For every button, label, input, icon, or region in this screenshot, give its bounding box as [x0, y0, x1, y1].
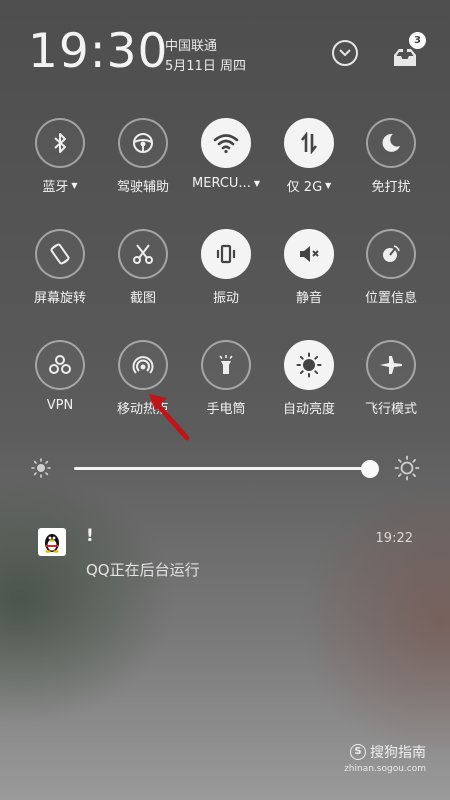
tile-screenshot[interactable]: 截图: [98, 229, 188, 319]
brightness-high-icon: [394, 455, 420, 481]
red-arrow-icon: [149, 394, 190, 441]
date: 5月11日 周四: [165, 59, 246, 74]
bluetooth-icon: [54, 133, 66, 153]
brightness-bar: [0, 452, 450, 486]
brightness-slider-track[interactable]: [74, 467, 370, 470]
steering-wheel-icon: [133, 133, 153, 153]
clock: 19:30: [28, 24, 169, 79]
tile-bluetooth[interactable]: 蓝牙 ▼: [15, 118, 105, 208]
brightness-slider-thumb[interactable]: [361, 460, 379, 478]
notification-time: 19:22: [375, 531, 413, 546]
notification-count-badge: 3: [409, 32, 426, 49]
notification-body: QQ正在后台运行: [86, 561, 200, 579]
hotspot-icon: [132, 356, 154, 374]
rotate-screen-icon: [50, 243, 70, 265]
vibrate-icon: [216, 244, 236, 264]
notification-inbox-button[interactable]: 3: [391, 32, 426, 68]
flashlight-icon: [219, 355, 233, 374]
tile-vibrate[interactable]: 振动: [181, 229, 271, 319]
tile-wifi[interactable]: MERCU... ▼: [181, 118, 271, 208]
airplane-icon: [380, 356, 402, 374]
notification-title: !: [86, 526, 94, 546]
qq-penguin-icon: [38, 528, 66, 556]
data-transfer-icon: [300, 132, 318, 154]
wifi-icon: [213, 134, 239, 154]
chevron-down-icon: [339, 49, 351, 57]
auto-brightness-icon: [296, 352, 322, 378]
brightness-low-icon: [31, 458, 51, 478]
moon-icon: [382, 133, 400, 152]
status-header: 19:30 中国联通 5月11日 周四 3: [0, 0, 450, 100]
tile-mute[interactable]: 静音: [264, 229, 354, 319]
tile-location[interactable]: 位置信息: [346, 229, 436, 319]
tile-screen-rotation[interactable]: 屏幕旋转: [15, 229, 105, 319]
dropdown-caret-icon: ▼: [253, 179, 260, 188]
tile-airplane-mode[interactable]: 飞行模式: [346, 340, 436, 430]
dropdown-caret-icon: ▼: [325, 181, 332, 190]
location-icon: [383, 245, 400, 262]
tile-flashlight[interactable]: 手电筒: [181, 340, 271, 430]
sogou-watermark: S 搜狗指南 zhinan.sogou.com: [344, 744, 426, 774]
vpn-icon: [49, 355, 71, 374]
tile-do-not-disturb[interactable]: 免打扰: [346, 118, 436, 208]
mute-icon: [300, 246, 319, 262]
sogou-logo-icon: S: [350, 744, 366, 760]
tile-driving-assist[interactable]: 驾驶辅助: [98, 118, 188, 208]
tile-vpn[interactable]: VPN: [15, 340, 105, 430]
tile-mobile-data[interactable]: 仅 2G ▼: [264, 118, 354, 208]
scissors-icon: [133, 244, 153, 264]
dropdown-caret-icon: ▼: [71, 181, 78, 190]
qq-notification[interactable]: ! 19:22 QQ正在后台运行: [0, 520, 450, 590]
carrier-name: 中国联通: [165, 39, 218, 54]
expand-panel-button[interactable]: [332, 40, 358, 66]
tile-auto-brightness[interactable]: 自动亮度: [264, 340, 354, 430]
